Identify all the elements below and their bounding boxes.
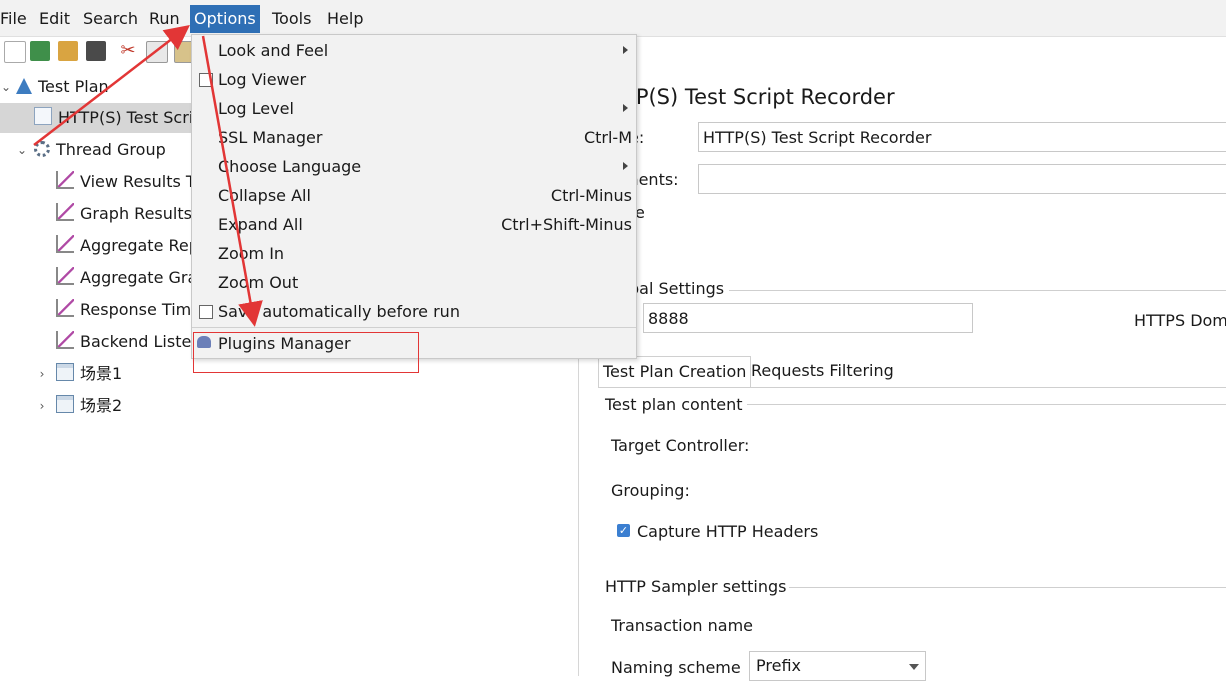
page-title: TP(S) Test Script Recorder xyxy=(623,85,895,109)
section-divider xyxy=(747,404,1226,405)
menu-help[interactable]: Help xyxy=(323,5,367,33)
expand-icon[interactable]: › xyxy=(36,359,48,389)
listener-icon xyxy=(56,267,74,285)
tab-test-plan-creation[interactable]: Test Plan Creation xyxy=(598,356,752,387)
submenu-arrow-icon xyxy=(623,46,628,54)
menu-item-look-and-feel[interactable]: Look and Feel xyxy=(192,36,636,65)
listener-icon xyxy=(56,331,74,349)
annotation-highlight-box xyxy=(193,332,419,373)
sampler-settings-heading: HTTP Sampler settings xyxy=(605,577,787,596)
log-viewer-checkbox[interactable] xyxy=(199,73,213,87)
submenu-arrow-icon xyxy=(623,104,628,112)
copy-icon[interactable] xyxy=(146,41,168,63)
save-icon[interactable] xyxy=(86,41,106,61)
tab-divider xyxy=(598,387,1226,388)
tree-item-test-plan[interactable]: Test Plan xyxy=(16,72,109,102)
menu-item-expand-all[interactable]: Expand All Ctrl+Shift-Minus xyxy=(192,210,636,239)
test-plan-icon xyxy=(16,78,32,94)
menu-options[interactable]: Options xyxy=(190,5,260,33)
port-field[interactable]: 8888 xyxy=(643,303,973,333)
menu-item-ssl-manager[interactable]: SSL Manager Ctrl-M xyxy=(192,123,636,152)
templates-icon[interactable] xyxy=(30,41,50,61)
menu-search[interactable]: Search xyxy=(79,5,142,33)
https-domains-label: HTTPS Dom xyxy=(1134,311,1226,330)
section-divider xyxy=(729,290,1226,291)
menu-edit[interactable]: Edit xyxy=(35,5,74,33)
collapse-icon[interactable]: ⌄ xyxy=(16,135,28,165)
new-icon[interactable] xyxy=(4,41,26,63)
capture-headers-checkbox[interactable]: ✓ xyxy=(617,524,630,537)
tree-item-scene-2[interactable]: 场景2 xyxy=(56,391,122,421)
tree-item-view-results[interactable]: View Results Tr xyxy=(56,167,200,197)
open-icon[interactable] xyxy=(58,41,78,61)
tree-item-aggregate-report[interactable]: Aggregate Rep xyxy=(56,231,199,261)
tree-item-graph-results[interactable]: Graph Results xyxy=(56,199,192,229)
recorder-icon xyxy=(34,107,52,125)
options-menu: Look and Feel Log Viewer Log Level SSL M… xyxy=(191,34,637,359)
tree-item-thread-group[interactable]: Thread Group xyxy=(34,135,166,165)
menu-run[interactable]: Run xyxy=(145,5,184,33)
target-controller-label: Target Controller: xyxy=(611,436,750,455)
tree-item-aggregate-graph[interactable]: Aggregate Gra xyxy=(56,263,197,293)
thread-group-icon xyxy=(34,141,50,157)
menu-item-collapse-all[interactable]: Collapse All Ctrl-Minus xyxy=(192,181,636,210)
comments-field[interactable] xyxy=(698,164,1226,194)
cut-icon[interactable]: ✂ xyxy=(118,41,138,61)
tree-item-recorder[interactable]: HTTP(S) Test Scrip xyxy=(0,103,203,133)
controller-icon xyxy=(56,395,74,413)
menu-file[interactable]: File xyxy=(0,5,31,33)
menu-bar: File Edit Search Run Options Tools Help xyxy=(0,0,1226,37)
tree-item-response-time[interactable]: Response Time xyxy=(56,295,201,325)
menu-item-log-viewer[interactable]: Log Viewer xyxy=(192,65,636,94)
expand-icon[interactable]: › xyxy=(36,391,48,421)
global-settings-heading: bal Settings xyxy=(629,279,725,298)
listener-icon xyxy=(56,203,74,221)
transaction-name-label: Transaction name xyxy=(611,616,753,635)
tab-bar: Test Plan Creation Requests Filtering xyxy=(598,356,1226,387)
collapse-icon[interactable]: ⌄ xyxy=(0,72,12,102)
naming-scheme-select[interactable]: Prefix xyxy=(749,651,926,681)
menu-item-zoom-in[interactable]: Zoom In xyxy=(192,239,636,268)
toolbar: ✂ xyxy=(0,37,200,69)
chevron-down-icon xyxy=(909,664,919,670)
tree-item-backend-listener[interactable]: Backend Listen xyxy=(56,327,201,357)
naming-scheme-label: Naming scheme xyxy=(611,658,741,677)
menu-separator xyxy=(192,327,636,328)
grouping-label: Grouping: xyxy=(611,481,690,500)
submenu-arrow-icon xyxy=(623,162,628,170)
menu-tools[interactable]: Tools xyxy=(268,5,315,33)
recorder-panel: TP(S) Test Script Recorder e: HTTP(S) Te… xyxy=(579,37,1226,681)
menu-item-save-before-run[interactable]: Save automatically before run xyxy=(192,297,636,326)
name-field[interactable]: HTTP(S) Test Script Recorder xyxy=(698,122,1226,152)
section-divider xyxy=(789,587,1226,588)
capture-headers-label: Capture HTTP Headers xyxy=(637,522,819,541)
menu-item-log-level[interactable]: Log Level xyxy=(192,94,636,123)
save-before-run-checkbox[interactable] xyxy=(199,305,213,319)
test-plan-content-heading: Test plan content xyxy=(605,395,743,414)
tab-requests-filtering[interactable]: Requests Filtering xyxy=(747,356,898,386)
tree-item-scene-1[interactable]: 场景1 xyxy=(56,359,122,389)
listener-icon xyxy=(56,235,74,253)
listener-icon xyxy=(56,299,74,317)
menu-item-choose-language[interactable]: Choose Language xyxy=(192,152,636,181)
menu-item-zoom-out[interactable]: Zoom Out xyxy=(192,268,636,297)
listener-icon xyxy=(56,171,74,189)
controller-icon xyxy=(56,363,74,381)
